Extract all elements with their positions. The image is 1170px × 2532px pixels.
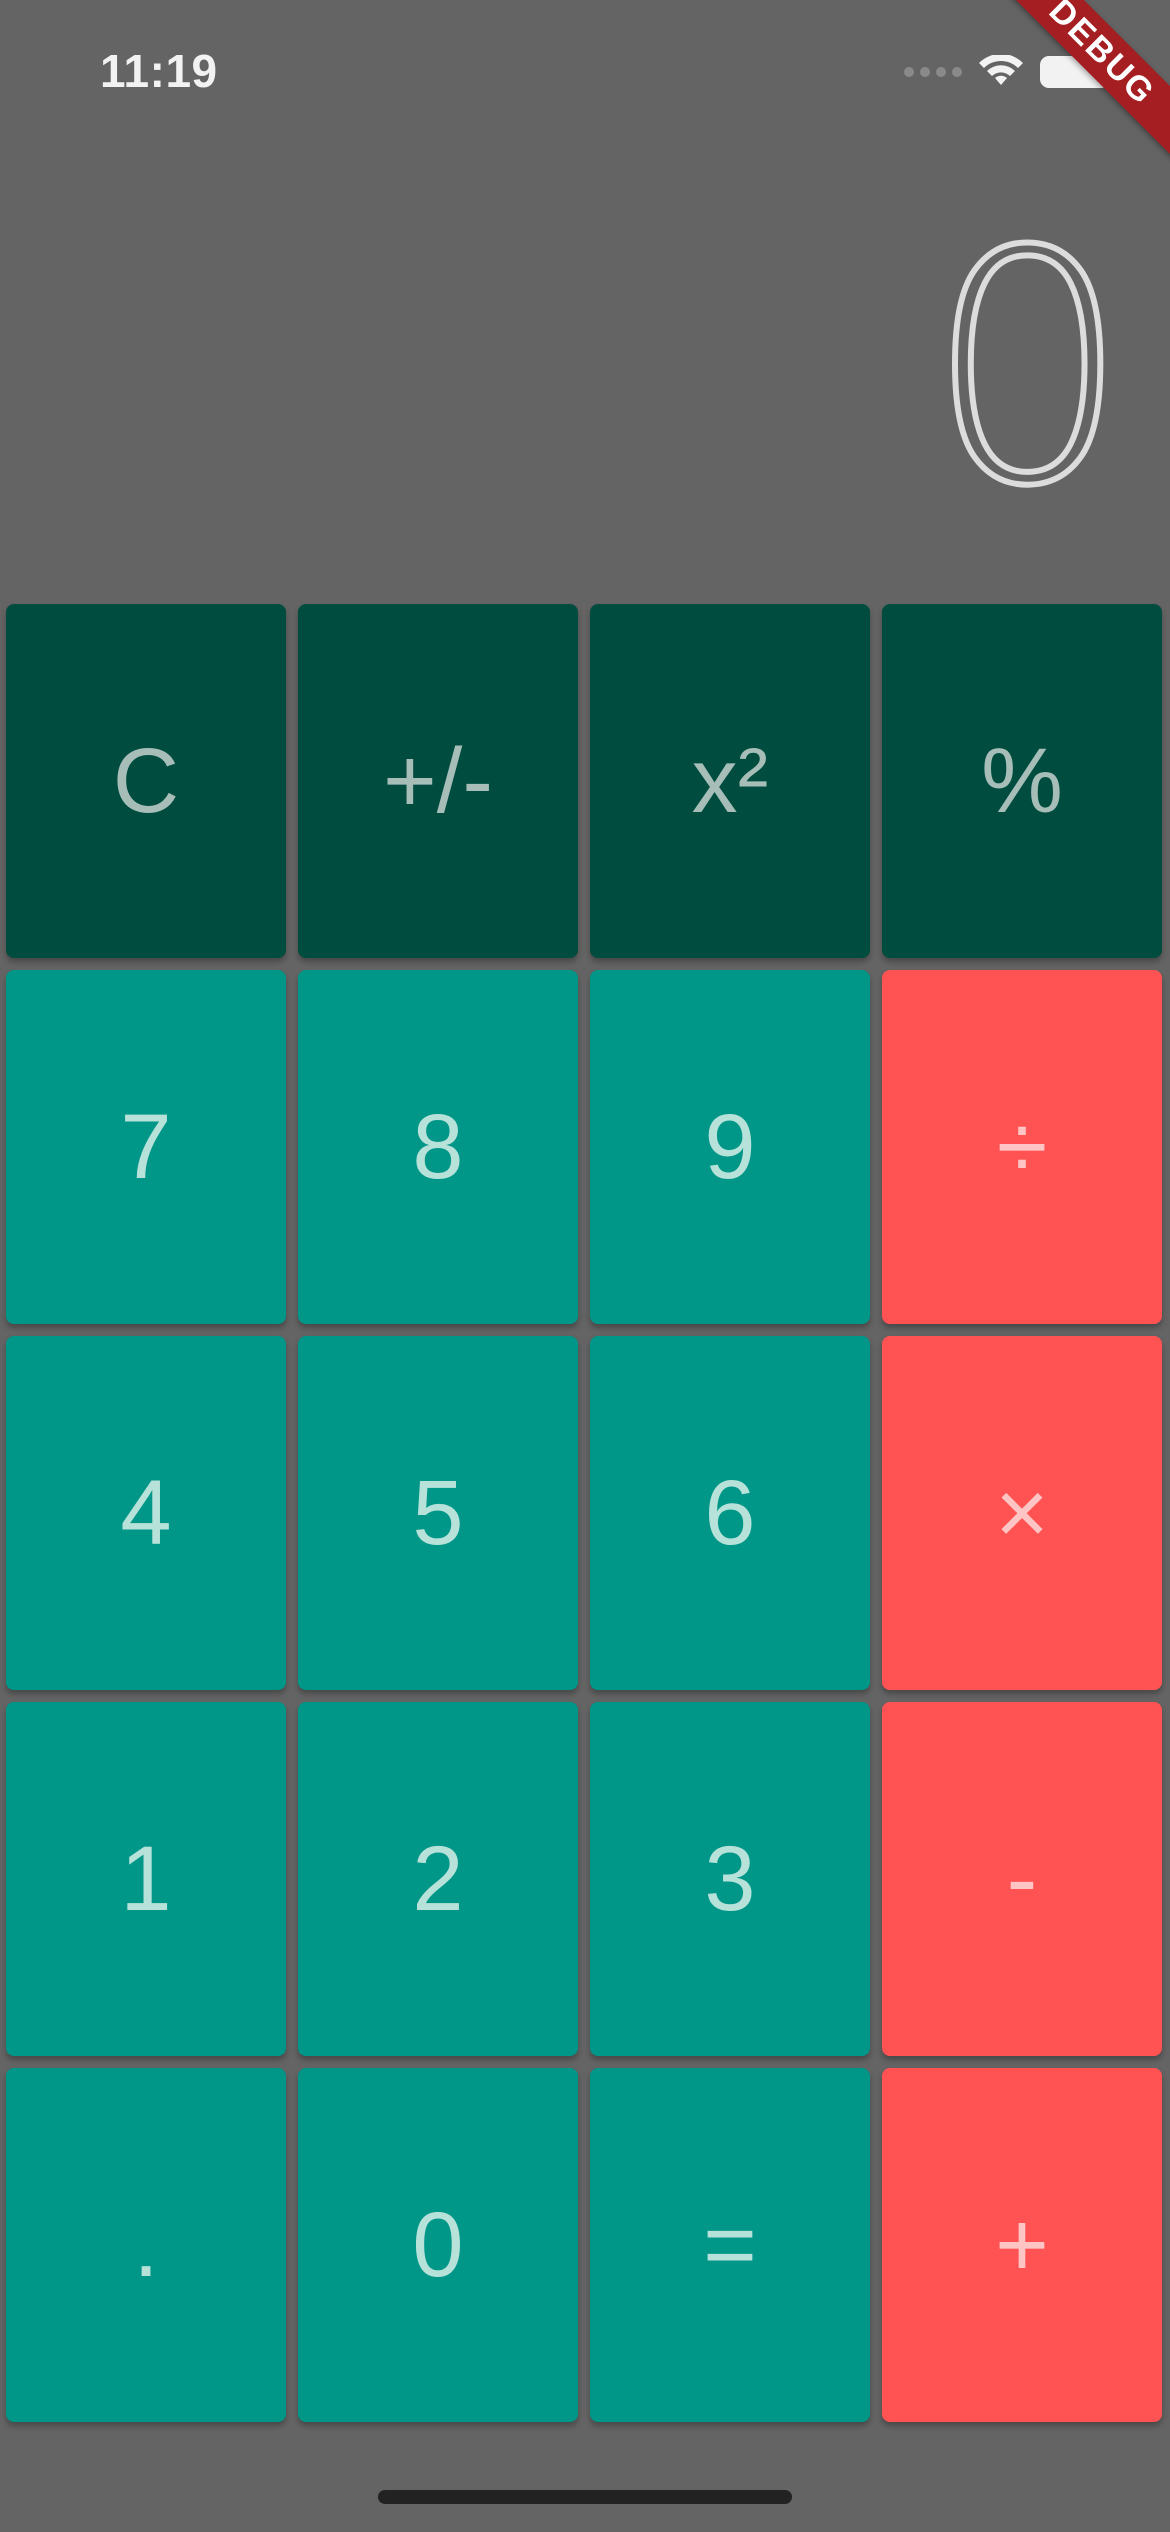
percent-button[interactable]: %	[882, 604, 1162, 958]
digit-1-button[interactable]: 1	[6, 1702, 286, 2056]
keypad: C +/- x² % 7 8 9 ÷ 4 5 6 × 1 2 3 - . 0 =…	[6, 604, 1164, 2422]
digit-9-button[interactable]: 9	[590, 970, 870, 1324]
display-value: 0	[923, 184, 1133, 556]
status-time: 11:19	[100, 45, 218, 97]
negate-button[interactable]: +/-	[298, 604, 578, 958]
digit-2-button[interactable]: 2	[298, 1702, 578, 2056]
digit-0-button[interactable]: 0	[298, 2068, 578, 2422]
divide-button[interactable]: ÷	[882, 970, 1162, 1324]
wifi-icon	[979, 55, 1023, 85]
digit-8-button[interactable]: 8	[298, 970, 578, 1324]
signal-dots-icon	[904, 67, 962, 77]
decimal-button[interactable]: .	[6, 2068, 286, 2422]
multiply-button[interactable]: ×	[882, 1336, 1162, 1690]
digit-7-button[interactable]: 7	[6, 970, 286, 1324]
home-indicator[interactable]	[378, 2490, 792, 2504]
subtract-button[interactable]: -	[882, 1702, 1162, 2056]
add-button[interactable]: +	[882, 2068, 1162, 2422]
digit-6-button[interactable]: 6	[590, 1336, 870, 1690]
digit-3-button[interactable]: 3	[590, 1702, 870, 2056]
calculator-display: 0	[923, 207, 1133, 533]
equals-button[interactable]: =	[590, 2068, 870, 2422]
square-button[interactable]: x²	[590, 604, 870, 958]
status-bar: 11:19	[0, 0, 1170, 150]
digit-4-button[interactable]: 4	[6, 1336, 286, 1690]
clear-button[interactable]: C	[6, 604, 286, 958]
digit-5-button[interactable]: 5	[298, 1336, 578, 1690]
